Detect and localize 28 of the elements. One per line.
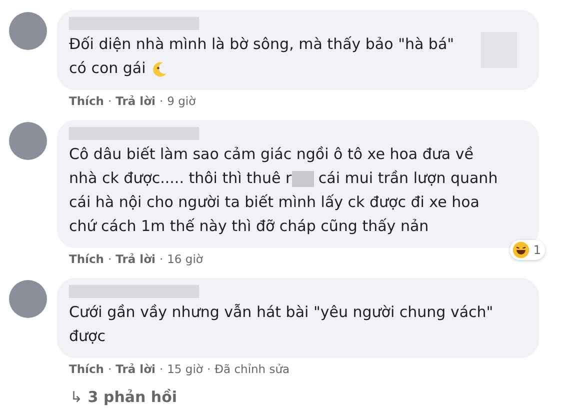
avatar-photo-placeholder[interactable]	[9, 12, 47, 50]
timestamp[interactable]: 16 giờ	[167, 252, 203, 266]
reply-link[interactable]: Trả lời	[116, 252, 156, 266]
separator-dot: ·	[159, 252, 164, 266]
timestamp[interactable]: 9 giờ	[167, 94, 196, 108]
comment-text: Cưới gần vầy nhưng vẫn hát bài "yêu người chung vách" được	[69, 302, 494, 347]
timestamp[interactable]: 15 giờ	[167, 362, 203, 376]
reply-link[interactable]: Trả lời	[116, 362, 156, 376]
separator-dot: ·	[108, 362, 112, 376]
edited-label: Đã chỉnh sửa	[214, 362, 290, 376]
like-link[interactable]: Thích	[69, 94, 104, 108]
separator-dot: ·	[159, 94, 164, 108]
separator-dot: ·	[159, 362, 164, 376]
crescent-moon-emoji-icon	[150, 60, 169, 78]
reaction-badge[interactable]: 1	[510, 240, 545, 260]
like-link[interactable]: Thích	[69, 252, 104, 266]
reaction-count: 1	[533, 243, 541, 257]
avatar-photo-placeholder[interactable]	[9, 122, 47, 160]
comment-text: Đối diện nhà mình là bờ sông, mà thấy bảo "hà bá" có con gái	[69, 34, 454, 80]
reply-link[interactable]: Trả lời	[116, 94, 156, 108]
separator-dot: ·	[108, 94, 112, 108]
comment-text: Cô dâu biết làm sao cảm giác ngồi ô tô xe hoa đưa về nhà ck được..... thôi thì thuê r cái mui trần lượn quanh cái hà nội cho người ta biết mình lấy ck được đi xe hoa chứ cách 1m thế này thì đỡ cháp cũng thấy nản	[69, 144, 498, 237]
laughing-emoji-icon	[512, 241, 530, 259]
like-link[interactable]: Thích	[69, 362, 104, 376]
view-replies-link[interactable]: ↳ 3 phản hồi	[70, 388, 580, 406]
separator-dot: ·	[108, 252, 112, 266]
avatar-photo-placeholder[interactable]	[9, 280, 47, 318]
separator-dot: ·	[206, 362, 211, 376]
